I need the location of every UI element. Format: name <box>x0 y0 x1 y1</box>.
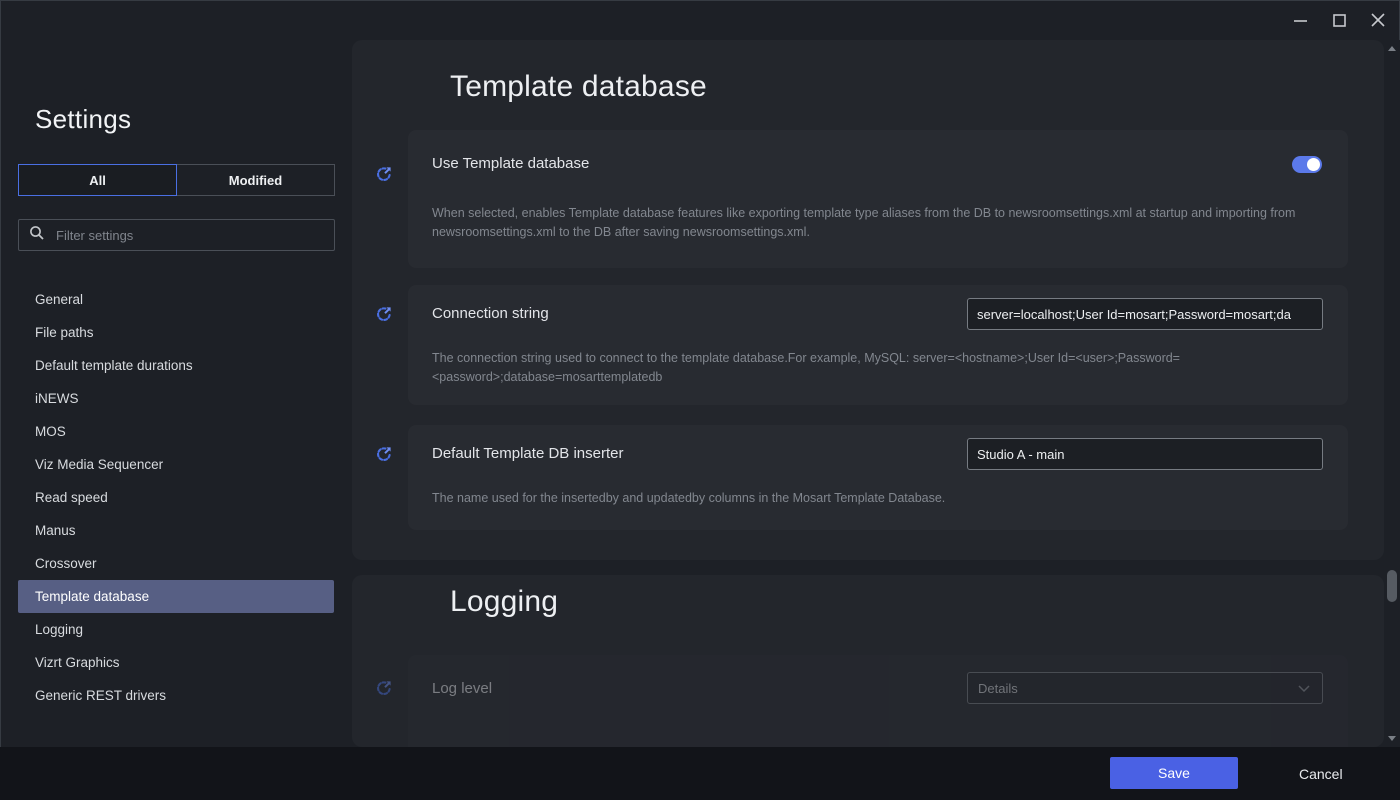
setting-label: Default Template DB inserter <box>432 445 623 462</box>
sidebar-item-crossover[interactable]: Crossover <box>18 547 334 580</box>
section-template-database: Template database Use Template database … <box>352 40 1384 560</box>
setting-description: When selected, enables Template database… <box>432 204 1312 243</box>
sidebar-item-manus[interactable]: Manus <box>18 514 334 547</box>
sidebar-item-mos[interactable]: MOS <box>18 415 334 448</box>
main-panel: Template database Use Template database … <box>352 40 1400 747</box>
reset-icon[interactable] <box>374 304 394 324</box>
setting-card-default-template-db-inserter: Default Template DB inserter The name us… <box>408 425 1348 530</box>
filter-tabs: All Modified <box>18 164 335 196</box>
cancel-button[interactable]: Cancel <box>1283 747 1359 800</box>
sidebar-item-logging[interactable]: Logging <box>18 613 334 646</box>
scroll-up-icon[interactable] <box>1388 46 1396 51</box>
scrollbar[interactable] <box>1384 40 1400 747</box>
close-icon[interactable] <box>1370 12 1386 28</box>
sidebar-item-general[interactable]: General <box>18 283 334 316</box>
log-level-value: Details <box>978 681 1018 696</box>
sidebar-item-inews[interactable]: iNEWS <box>18 382 334 415</box>
page-title: Settings <box>35 104 131 135</box>
section-heading: Logging <box>450 585 558 619</box>
reset-icon[interactable] <box>374 164 394 184</box>
sidebar-item-template-database[interactable]: Template database <box>18 580 334 613</box>
maximize-icon[interactable] <box>1331 12 1347 28</box>
setting-card-connection-string: Connection string The connection string … <box>408 285 1348 405</box>
window-controls <box>1292 0 1400 40</box>
minimize-icon[interactable] <box>1292 12 1308 28</box>
footer-bar: Save Cancel <box>0 747 1400 800</box>
sidebar-item-default-template-durations[interactable]: Default template durations <box>18 349 334 382</box>
setting-description: The name used for the insertedby and upd… <box>432 489 1312 508</box>
scrollbar-thumb[interactable] <box>1387 570 1397 602</box>
setting-label: Connection string <box>432 305 549 322</box>
sidebar-item-read-speed[interactable]: Read speed <box>18 481 334 514</box>
sidebar-item-file-paths[interactable]: File paths <box>18 316 334 349</box>
use-template-database-toggle[interactable] <box>1292 156 1322 173</box>
sidebar-item-vizrt-graphics[interactable]: Vizrt Graphics <box>18 646 334 679</box>
setting-card-log-level: Log level Details <box>408 655 1348 747</box>
tab-all[interactable]: All <box>18 164 177 196</box>
settings-window: Settings All Modified General File paths… <box>0 0 1400 800</box>
section-heading: Template database <box>450 70 707 104</box>
setting-description: The connection string used to connect to… <box>432 349 1312 388</box>
connection-string-input[interactable] <box>967 298 1323 330</box>
filter-settings-input[interactable] <box>54 227 324 244</box>
log-level-select[interactable]: Details <box>967 672 1323 704</box>
filter-settings-box[interactable] <box>18 219 335 251</box>
setting-label: Log level <box>432 680 492 697</box>
search-icon <box>29 225 45 246</box>
toggle-knob <box>1307 158 1320 171</box>
chevron-down-icon <box>1298 681 1310 696</box>
sidebar-item-generic-rest-drivers[interactable]: Generic REST drivers <box>18 679 334 712</box>
setting-card-use-template-database: Use Template database When selected, ena… <box>408 130 1348 268</box>
scroll-down-icon[interactable] <box>1388 736 1396 741</box>
save-button[interactable]: Save <box>1110 757 1238 789</box>
section-logging: Logging Log level Details <box>352 575 1384 747</box>
sidebar: Settings All Modified General File paths… <box>0 40 352 747</box>
reset-icon[interactable] <box>374 678 394 698</box>
reset-icon[interactable] <box>374 444 394 464</box>
settings-nav: General File paths Default template dura… <box>18 283 334 712</box>
sidebar-item-viz-media-sequencer[interactable]: Viz Media Sequencer <box>18 448 334 481</box>
setting-label: Use Template database <box>432 155 589 172</box>
default-template-db-inserter-input[interactable] <box>967 438 1323 470</box>
tab-modified[interactable]: Modified <box>177 164 335 196</box>
